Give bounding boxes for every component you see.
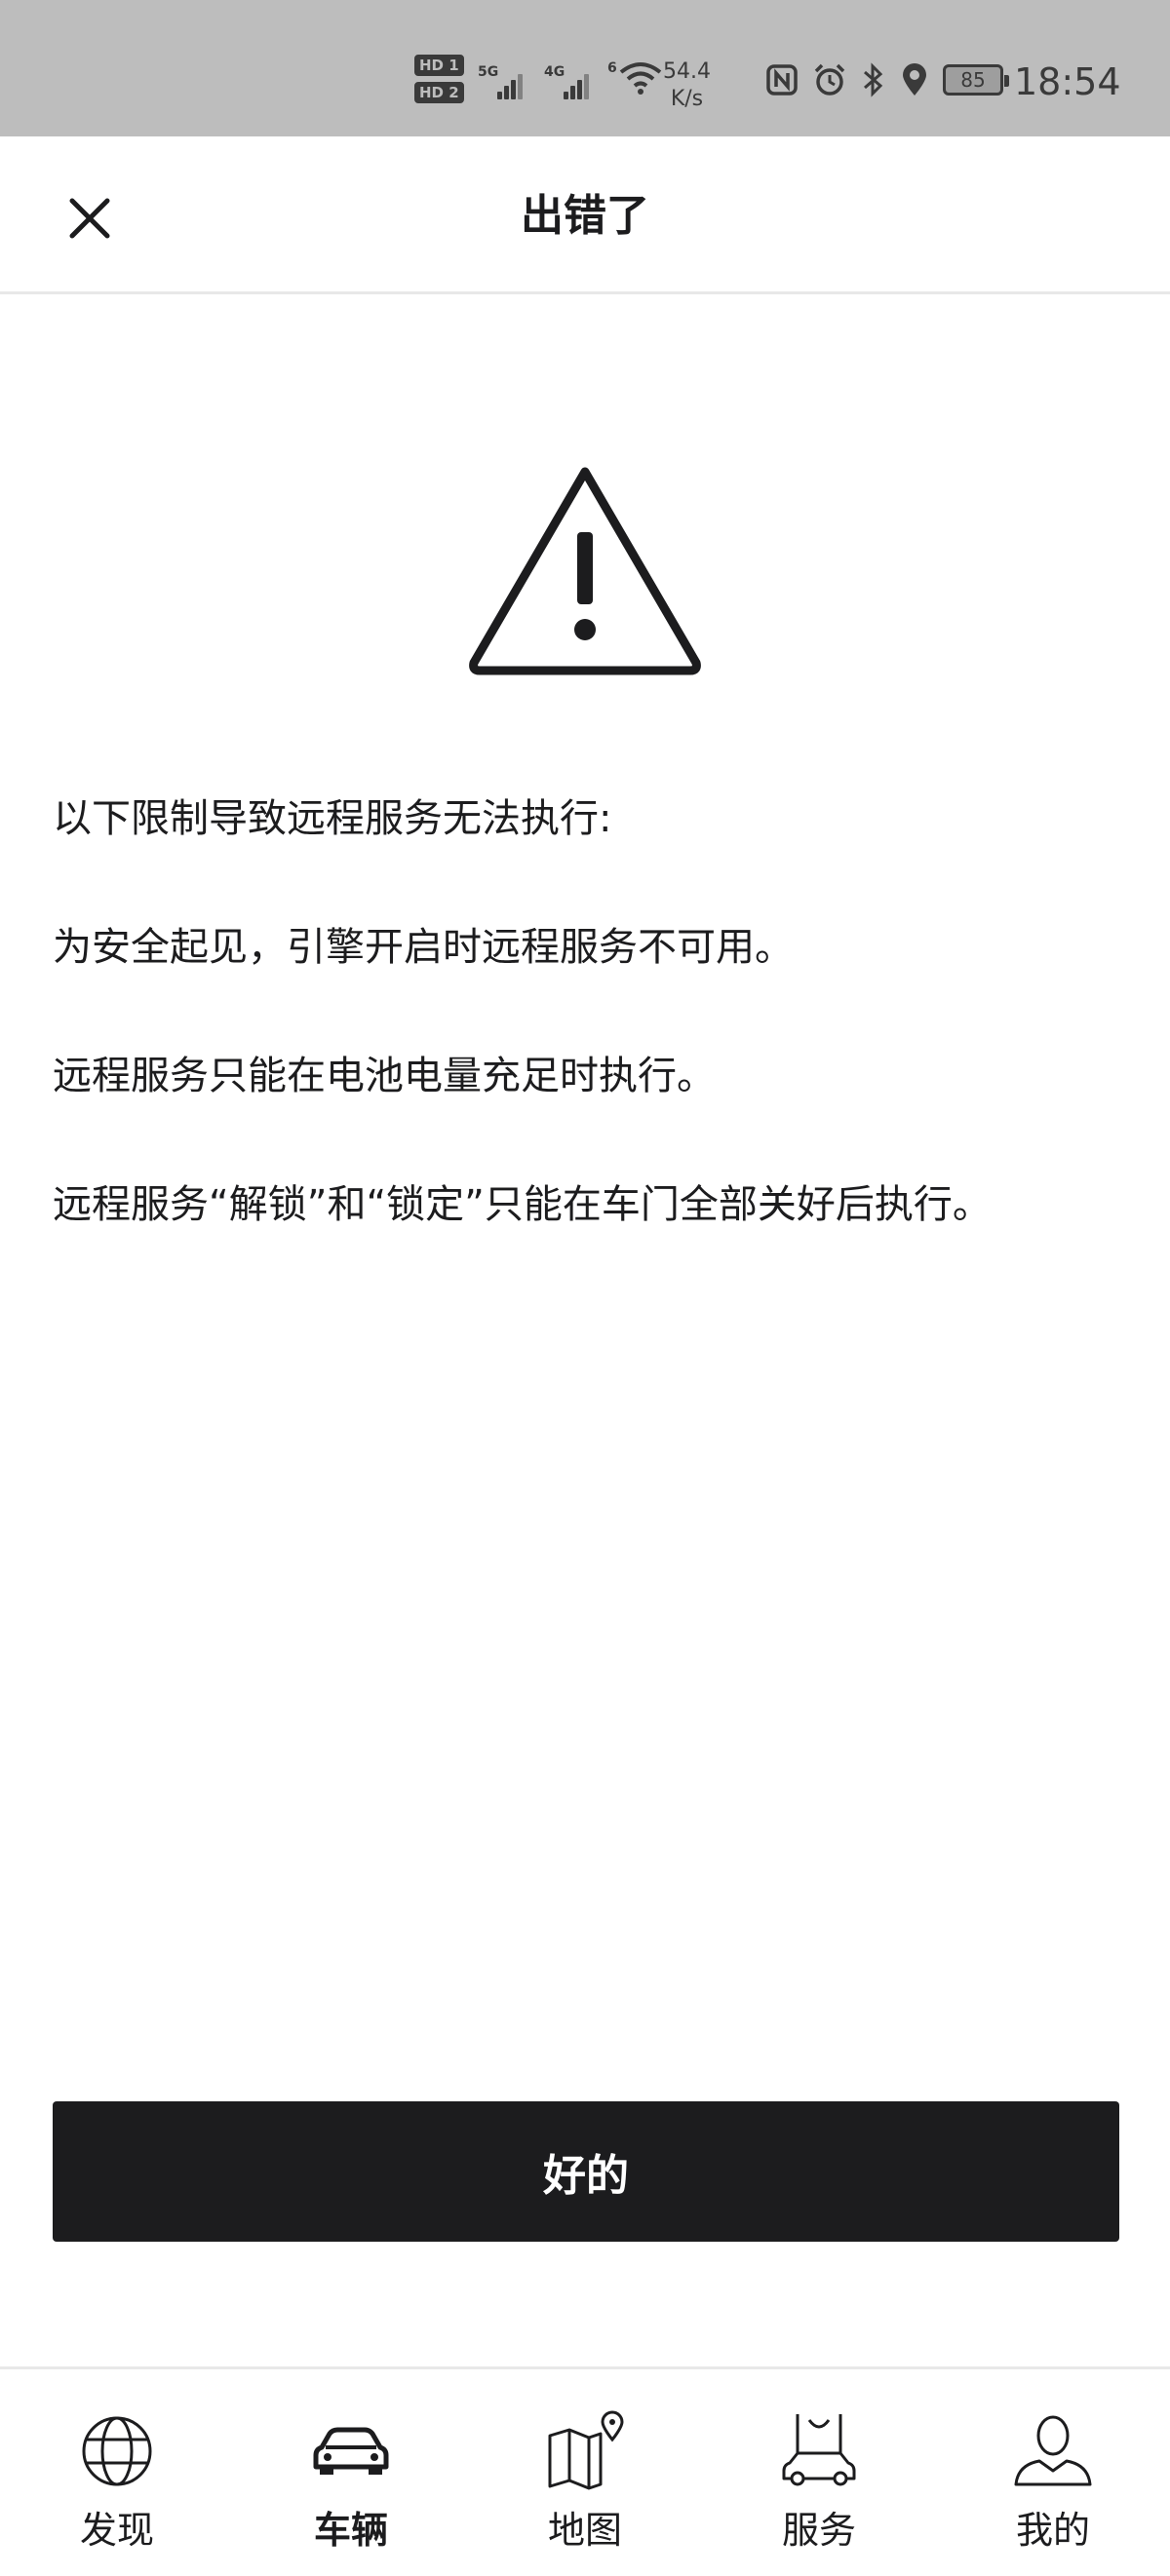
system-icons: 85 bbox=[765, 62, 1009, 97]
bluetooth-icon bbox=[864, 62, 883, 97]
hd1-badge: HD 1 bbox=[414, 55, 464, 76]
hd-indicators: HD 1 HD 2 bbox=[414, 55, 464, 103]
nav-label: 服务 bbox=[781, 2509, 856, 2552]
warning-triangle-icon bbox=[469, 467, 701, 675]
globe-icon bbox=[82, 2416, 152, 2486]
sim2-network-label: 4G bbox=[544, 64, 566, 80]
message-item: 远程服务“解锁”和“锁定”只能在车门全部关好后执行。 bbox=[53, 1182, 992, 1227]
signal-icon: 4G bbox=[544, 58, 589, 103]
clock: 18:54 bbox=[1014, 60, 1121, 103]
map-icon bbox=[548, 2410, 624, 2490]
battery-indicator: 85 bbox=[943, 64, 1009, 96]
nav-label: 我的 bbox=[1015, 2509, 1090, 2552]
speed-value: 54.4 bbox=[663, 59, 711, 84]
status-bar: HD 1 HD 2 5G 4G 6 54.4 K/s 85 18:54 bbox=[0, 0, 1170, 136]
nav-item-vehicle[interactable]: 车辆 bbox=[234, 2369, 468, 2576]
wifi-icon: 6 bbox=[607, 60, 662, 96]
nav-label: 车辆 bbox=[313, 2509, 388, 2552]
user-icon bbox=[1014, 2415, 1092, 2486]
car-icon bbox=[313, 2427, 389, 2475]
nav-item-services[interactable]: 服务 bbox=[702, 2369, 936, 2576]
hd1-label: HD 1 bbox=[414, 55, 464, 76]
nav-label: 发现 bbox=[79, 2509, 154, 2552]
message-item: 为安全起见，引擎开启时远程服务不可用。 bbox=[53, 925, 794, 970]
alarm-icon bbox=[814, 63, 845, 96]
message-intro: 以下限制导致远程服务无法执行: bbox=[53, 796, 612, 841]
wifi-tag: 6 bbox=[607, 60, 617, 76]
hd2-badge: HD 2 bbox=[414, 82, 464, 103]
location-icon bbox=[903, 63, 926, 96]
speed-unit: K/s bbox=[670, 87, 704, 111]
dialog-header: 出错了 bbox=[0, 136, 1170, 294]
nav-item-profile[interactable]: 我的 bbox=[936, 2369, 1170, 2576]
sim1-network-label: 5G bbox=[478, 64, 499, 80]
service-bag-icon bbox=[782, 2414, 856, 2486]
message-item: 远程服务只能在电池电量充足时执行。 bbox=[53, 1054, 716, 1098]
page-title: 出错了 bbox=[521, 191, 649, 241]
nfc-icon bbox=[766, 64, 798, 96]
bottom-navigation: 发现 车辆 地图 服务 我的 bbox=[0, 2366, 1170, 2573]
nav-label: 地图 bbox=[547, 2509, 622, 2552]
network-speed: 54.4 K/s bbox=[663, 58, 711, 113]
nav-item-map[interactable]: 地图 bbox=[468, 2369, 702, 2576]
error-message: 以下限制导致远程服务无法执行: 为安全起见，引擎开启时远程服务不可用。 远程服务… bbox=[53, 788, 1125, 1236]
nav-item-discover[interactable]: 发现 bbox=[0, 2369, 234, 2576]
signal-indicators: 5G 4G bbox=[478, 58, 589, 103]
ok-button[interactable]: 好的 bbox=[53, 2101, 1119, 2242]
signal-icon: 5G bbox=[478, 58, 523, 103]
hd2-label: HD 2 bbox=[414, 82, 464, 103]
